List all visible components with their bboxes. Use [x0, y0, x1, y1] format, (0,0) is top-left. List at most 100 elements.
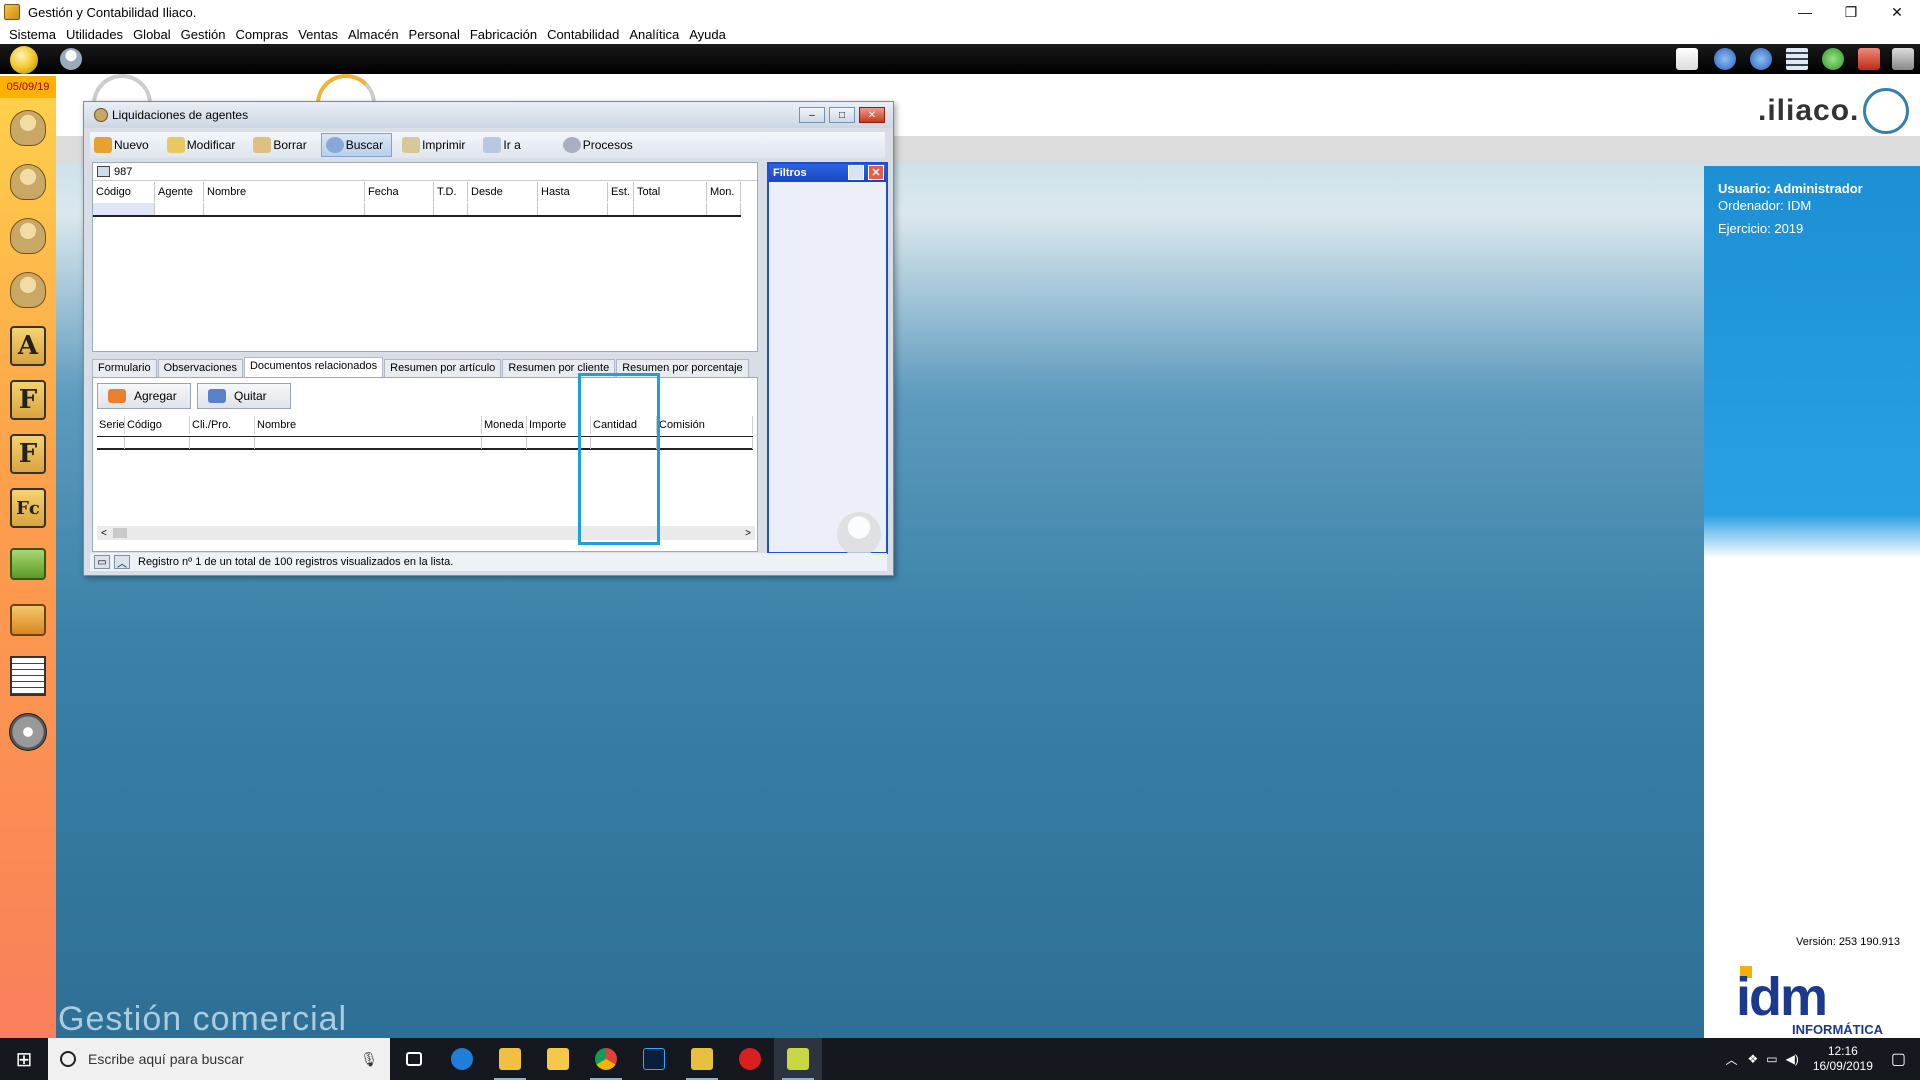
letter-fc-icon[interactable]: Fc — [6, 486, 50, 530]
col-moneda[interactable]: Moneda — [482, 416, 527, 434]
iliaco-app-icon[interactable] — [678, 1038, 726, 1080]
green-bag-icon[interactable] — [6, 542, 50, 586]
user-icon[interactable] — [60, 48, 82, 70]
users-icon[interactable] — [6, 106, 50, 150]
borrar-button[interactable]: Borrar — [249, 133, 314, 157]
restore-button[interactable]: ❐ — [1828, 0, 1874, 24]
scroll-thumb[interactable] — [113, 528, 127, 538]
imprimir-button[interactable]: Imprimir — [398, 133, 473, 157]
close-button[interactable]: ✕ — [1874, 0, 1920, 24]
disc-icon[interactable] — [6, 710, 50, 754]
document-list-icon[interactable] — [6, 654, 50, 698]
help-icon[interactable] — [1822, 48, 1844, 70]
col-comision[interactable]: Comisión — [657, 416, 753, 434]
dialog-close-button[interactable]: ✕ — [859, 107, 885, 123]
minimize-button[interactable]: — — [1782, 0, 1828, 24]
letter-a-icon[interactable]: A — [6, 324, 50, 368]
tab-formulario[interactable]: Formulario — [92, 359, 157, 377]
col-fecha[interactable]: Fecha — [365, 182, 434, 202]
col-hasta[interactable]: Hasta — [538, 182, 608, 202]
mail-icon[interactable] — [1676, 48, 1698, 70]
status-up-icon[interactable]: ︿ — [114, 555, 130, 570]
windows-list-icon[interactable] — [1786, 48, 1808, 70]
scroll-left-icon[interactable]: < — [101, 528, 107, 539]
mail-app-icon[interactable] — [486, 1038, 534, 1080]
buscar-button[interactable]: Buscar — [320, 133, 393, 157]
file-explorer-icon[interactable] — [534, 1038, 582, 1080]
taskbar-search-placeholder: Escribe aquí para buscar — [88, 1051, 244, 1067]
chrome-icon[interactable] — [582, 1038, 630, 1080]
module-sidebar: A F F Fc — [0, 98, 56, 1038]
tab-documentos-relacionados[interactable]: Documentos relacionados — [243, 357, 384, 377]
col-total[interactable]: Total — [634, 182, 707, 202]
letter-f-icon[interactable]: F — [6, 378, 50, 422]
volume-icon[interactable]: ◀) — [1786, 1052, 1799, 1066]
menu-global[interactable]: Global — [128, 27, 176, 42]
exit-icon[interactable] — [1892, 48, 1914, 70]
letter-f2-icon[interactable]: F — [6, 432, 50, 476]
menu-analitica[interactable]: Analítica — [624, 27, 684, 42]
quitar-button[interactable]: Quitar — [197, 383, 291, 409]
col-codigo[interactable]: Código — [93, 182, 155, 202]
agregar-button[interactable]: Agregar — [97, 383, 191, 409]
notifications-icon[interactable]: ▢ — [1891, 1049, 1906, 1069]
menu-almacen[interactable]: Almacén — [343, 27, 404, 42]
task-view-icon[interactable] — [390, 1038, 438, 1080]
photoshop-icon[interactable] — [630, 1038, 678, 1080]
filtros-close-icon[interactable]: ✕ — [868, 165, 884, 180]
menu-contabilidad[interactable]: Contabilidad — [542, 27, 624, 42]
idm-logo-subtitle: INFORMÁTICA — [1792, 1022, 1883, 1037]
table-cell — [434, 203, 468, 215]
network-icon[interactable]: ▭ — [1766, 1052, 1777, 1066]
col-td[interactable]: T.D. — [434, 182, 468, 202]
user-icon[interactable] — [6, 160, 50, 204]
tab-resumen-articulo[interactable]: Resumen por artículo — [384, 359, 502, 377]
procesos-button[interactable]: Procesos — [559, 133, 641, 157]
dialog-maximize-button[interactable]: □ — [829, 107, 855, 123]
col-serie[interactable]: Serie — [97, 416, 125, 434]
menu-fabricacion[interactable]: Fabricación — [465, 27, 542, 42]
col-doc-nombre[interactable]: Nombre — [255, 416, 482, 434]
col-mon[interactable]: Mon. — [707, 182, 741, 202]
taskbar-clock[interactable]: 12:16 16/09/2019 — [1813, 1044, 1873, 1074]
col-nombre[interactable]: Nombre — [204, 182, 365, 202]
ir-a-button[interactable]: Ir a — [479, 133, 528, 157]
table-row[interactable] — [93, 203, 741, 217]
user-p-icon[interactable] — [6, 214, 50, 258]
forward-icon[interactable] — [1750, 48, 1772, 70]
search-input[interactable] — [114, 164, 314, 179]
close-window-icon[interactable] — [1858, 48, 1880, 70]
col-agente[interactable]: Agente — [155, 182, 204, 202]
tab-observaciones[interactable]: Observaciones — [157, 359, 243, 377]
col-doc-codigo[interactable]: Código — [125, 416, 190, 434]
home-orb-icon[interactable] — [10, 46, 38, 74]
start-button[interactable]: ⊞ — [0, 1038, 48, 1080]
microphone-icon[interactable]: 🎙 — [360, 1051, 378, 1068]
back-icon[interactable] — [1714, 48, 1736, 70]
scroll-right-icon[interactable]: > — [745, 528, 751, 539]
dialog-minimize-button[interactable]: – — [799, 107, 825, 123]
col-est[interactable]: Est. — [608, 182, 634, 202]
taskbar-search[interactable]: Escribe aquí para buscar 🎙 — [48, 1038, 390, 1080]
tray-chevron-icon[interactable]: ︿ — [1725, 1051, 1737, 1068]
system-tray: ︿ ❖ ▭ ◀) 12:16 16/09/2019 ▢ — [1725, 1038, 1920, 1080]
menu-gestion[interactable]: Gestión — [176, 27, 231, 42]
menu-ventas[interactable]: Ventas — [293, 27, 343, 42]
status-list-icon[interactable]: ▭ — [94, 555, 110, 569]
iliaco-active-icon[interactable] — [774, 1038, 822, 1080]
user-a-icon[interactable] — [6, 268, 50, 312]
col-desde[interactable]: Desde — [468, 182, 538, 202]
edge-icon[interactable] — [438, 1038, 486, 1080]
menu-ayuda[interactable]: Ayuda — [684, 27, 731, 42]
filtros-pin-icon[interactable] — [848, 165, 864, 180]
menu-utilidades[interactable]: Utilidades — [61, 27, 128, 42]
rx-app-icon[interactable] — [726, 1038, 774, 1080]
orange-bag-icon[interactable] — [6, 598, 50, 642]
modificar-button[interactable]: Modificar — [163, 133, 244, 157]
menu-sistema[interactable]: Sistema — [4, 27, 61, 42]
menu-personal[interactable]: Personal — [404, 27, 465, 42]
nuevo-button[interactable]: Nuevo — [90, 133, 157, 157]
dropbox-icon[interactable]: ❖ — [1747, 1052, 1758, 1066]
menu-compras[interactable]: Compras — [230, 27, 293, 42]
col-cli-pro[interactable]: Cli./Pro. — [190, 416, 255, 434]
